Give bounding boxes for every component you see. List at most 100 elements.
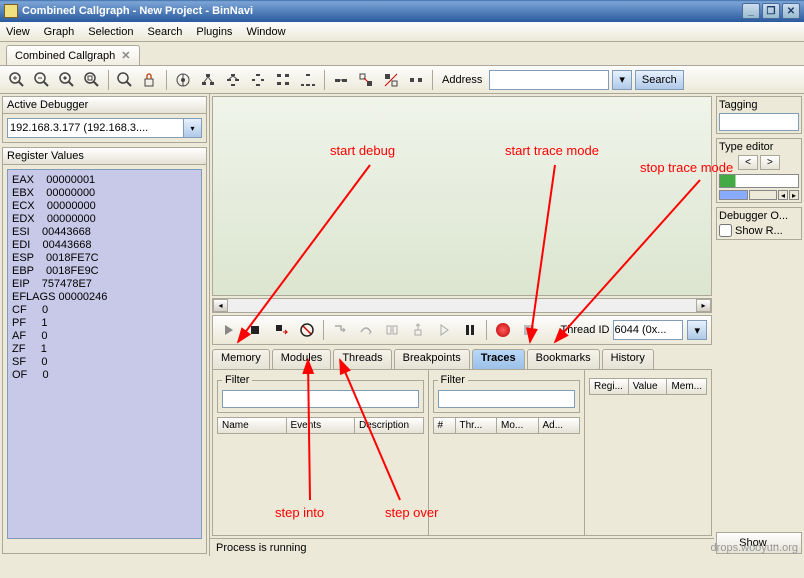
ungroup-nodes-icon[interactable] xyxy=(380,69,402,91)
tab-history[interactable]: History xyxy=(602,349,654,369)
minimize-button[interactable]: _ xyxy=(742,3,760,19)
menu-selection[interactable]: Selection xyxy=(88,26,133,38)
stop-trace-button[interactable] xyxy=(517,318,541,342)
group-nodes-icon[interactable] xyxy=(355,69,377,91)
col-module[interactable]: Mo... xyxy=(497,418,539,433)
address-dropdown-icon[interactable]: ▾ xyxy=(612,70,632,90)
step-block-button[interactable] xyxy=(380,318,404,342)
address-input[interactable] xyxy=(489,70,609,90)
col-num[interactable]: # xyxy=(434,418,456,433)
start-trace-button[interactable] xyxy=(491,318,515,342)
tab-bookmarks[interactable]: Bookmarks xyxy=(527,349,600,369)
col-description[interactable]: Description xyxy=(355,418,423,433)
trace-table-header-left[interactable]: Name Events Description xyxy=(217,417,424,434)
col-address[interactable]: Ad... xyxy=(539,418,580,433)
tab-traces[interactable]: Traces xyxy=(472,349,525,369)
scroll-right-icon[interactable]: ▸ xyxy=(696,299,711,312)
layout-hierarchical-icon[interactable] xyxy=(222,69,244,91)
col-thread[interactable]: Thr... xyxy=(456,418,498,433)
main-toolbar: Address ▾ Search xyxy=(0,66,804,94)
layout-circular-icon[interactable] xyxy=(247,69,269,91)
swatch-blank[interactable] xyxy=(749,190,778,200)
col-register[interactable]: Regi... xyxy=(590,379,629,394)
swatch-left[interactable]: ◂ xyxy=(778,190,788,200)
register-row: ESP 0018FE7C xyxy=(12,252,197,265)
menu-view[interactable]: View xyxy=(6,26,30,38)
swatch-right[interactable]: ▸ xyxy=(789,190,799,200)
search-button[interactable]: Search xyxy=(635,70,684,90)
zoom-reset-icon[interactable] xyxy=(114,69,136,91)
filter-legend: Filter xyxy=(222,374,252,386)
center-node-icon[interactable] xyxy=(172,69,194,91)
trace-filter-input-mid[interactable] xyxy=(438,390,576,408)
layout-orthogonal-icon[interactable] xyxy=(272,69,294,91)
stop-debug-button[interactable] xyxy=(243,318,267,342)
layout-tree-icon[interactable] xyxy=(297,69,319,91)
window-titlebar: Combined Callgraph - New Project - BinNa… xyxy=(0,0,804,22)
col-memory[interactable]: Mem... xyxy=(667,379,706,394)
register-row: SF 0 xyxy=(12,356,197,369)
tagging-input[interactable] xyxy=(719,113,799,131)
step-into-button[interactable] xyxy=(328,318,352,342)
expand-group-icon[interactable] xyxy=(405,69,427,91)
trace-panels: Filter Name Events Description Filter # … xyxy=(212,369,712,536)
swatch-blue[interactable] xyxy=(719,190,748,200)
right-column: Tagging Type editor < > ◂ ▸ Debugger O..… xyxy=(714,94,804,556)
start-debug-button[interactable] xyxy=(217,318,241,342)
tab-threads[interactable]: Threads xyxy=(333,349,391,369)
zoom-out-icon[interactable] xyxy=(31,69,53,91)
menu-window[interactable]: Window xyxy=(246,26,285,38)
document-tab[interactable]: Combined Callgraph ✕ xyxy=(6,45,140,65)
zoom-fit-icon[interactable] xyxy=(56,69,78,91)
register-row: EDX 00000000 xyxy=(12,213,197,226)
show-registers-checkbox[interactable]: Show R... xyxy=(719,224,799,237)
debugger-options-label: Debugger O... xyxy=(719,210,799,222)
detach-button[interactable] xyxy=(269,318,293,342)
trace-filter-input-left[interactable] xyxy=(222,390,419,408)
document-tab-bar: Combined Callgraph ✕ xyxy=(0,42,804,66)
scroll-left-icon[interactable]: ◂ xyxy=(213,299,228,312)
pause-button[interactable] xyxy=(458,318,482,342)
col-events[interactable]: Events xyxy=(287,418,356,433)
register-row: EFLAGS 00000246 xyxy=(12,291,197,304)
horizontal-scrollbar[interactable]: ◂ ▸ xyxy=(212,298,712,313)
type-back-button[interactable]: < xyxy=(738,155,758,170)
resume-button[interactable] xyxy=(432,318,456,342)
maximize-button[interactable]: ❐ xyxy=(762,3,780,19)
menu-search[interactable]: Search xyxy=(148,26,183,38)
lock-icon[interactable] xyxy=(139,69,161,91)
zoom-selection-icon[interactable] xyxy=(81,69,103,91)
register-list: EAX 00000001EBX 00000000ECX 00000000EDX … xyxy=(7,169,202,539)
thread-id-dropdown-icon[interactable]: ▾ xyxy=(687,320,707,340)
terminate-button[interactable] xyxy=(295,318,319,342)
tab-memory[interactable]: Memory xyxy=(212,349,270,369)
step-out-button[interactable] xyxy=(406,318,430,342)
col-value[interactable]: Value xyxy=(629,379,668,394)
register-row: AF 0 xyxy=(12,330,197,343)
zoom-in-icon[interactable] xyxy=(6,69,28,91)
type-forward-button[interactable]: > xyxy=(760,155,780,170)
menu-plugins[interactable]: Plugins xyxy=(196,26,232,38)
close-button[interactable]: ✕ xyxy=(782,3,800,19)
trace-table-header-right[interactable]: Regi... Value Mem... xyxy=(589,378,707,395)
tagging-label: Tagging xyxy=(719,99,799,111)
graph-canvas[interactable] xyxy=(212,96,712,296)
step-over-button[interactable] xyxy=(354,318,378,342)
toggle-proximity-icon[interactable] xyxy=(330,69,352,91)
close-tab-icon[interactable]: ✕ xyxy=(121,49,130,62)
menu-graph[interactable]: Graph xyxy=(44,26,75,38)
active-debugger-title: Active Debugger xyxy=(3,97,206,114)
thread-id-label: Thread ID xyxy=(561,324,610,336)
thread-id-combo[interactable] xyxy=(613,320,683,340)
tagging-panel: Tagging xyxy=(716,96,802,134)
tab-modules[interactable]: Modules xyxy=(272,349,332,369)
tab-breakpoints[interactable]: Breakpoints xyxy=(394,349,470,369)
select-parents-icon[interactable] xyxy=(197,69,219,91)
center-column: ◂ ▸ Thread ID ▾ Memory xyxy=(210,94,714,556)
trace-table-header-mid[interactable]: # Thr... Mo... Ad... xyxy=(433,417,581,434)
col-name[interactable]: Name xyxy=(218,418,287,433)
debugger-dropdown-icon[interactable]: ▾ xyxy=(184,118,202,138)
show-r-checkbox[interactable] xyxy=(719,224,732,237)
active-debugger-combo[interactable] xyxy=(7,118,184,138)
document-tab-label: Combined Callgraph xyxy=(15,50,115,62)
